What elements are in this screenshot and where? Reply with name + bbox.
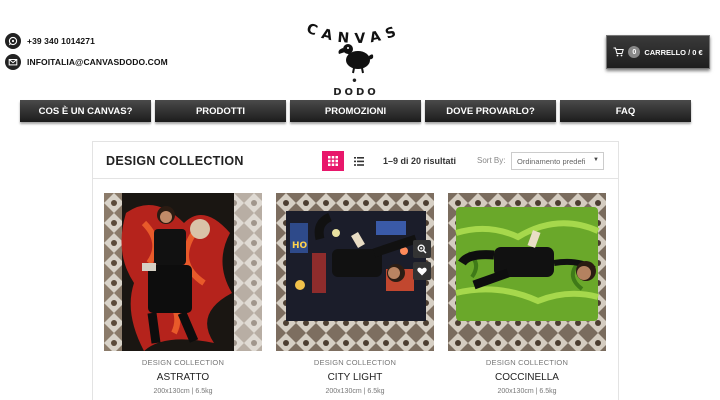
sort-label: Sort By: bbox=[477, 156, 506, 165]
product-name[interactable]: CITY LIGHT bbox=[276, 372, 434, 383]
zoom-icon bbox=[417, 244, 427, 254]
product-card[interactable]: DESIGN COLLECTION COCCINELLA 200x130cm |… bbox=[448, 193, 606, 395]
canvas-dodo-logo[interactable]: CANVAS • DODO • bbox=[296, 14, 416, 109]
product-image[interactable] bbox=[104, 193, 262, 351]
nav-item-promozioni[interactable]: PROMOZIONI bbox=[290, 100, 421, 122]
product-dimensions: 200x130cm | 6.5kg bbox=[325, 388, 385, 395]
page-title: DESIGN COLLECTION bbox=[106, 154, 244, 168]
zoom-button[interactable] bbox=[413, 240, 431, 258]
cart-count: 0 bbox=[628, 46, 641, 58]
email-contact[interactable]: INFOITALIA@CANVASDODO.COM bbox=[5, 54, 168, 70]
nav-item-faq[interactable]: FAQ bbox=[560, 100, 691, 122]
cart-button[interactable]: 0 CARRELLO / 0 € bbox=[606, 35, 710, 69]
product-category: DESIGN COLLECTION bbox=[141, 358, 225, 367]
nav-item-prodotti[interactable]: PRODOTTI bbox=[155, 100, 286, 122]
product-card[interactable]: HO DESIGN COLLECTION CITY LIGHT 200x130c… bbox=[276, 193, 434, 395]
product-dimensions: 200x130cm | 6.5kg bbox=[497, 388, 557, 395]
cart-icon bbox=[613, 47, 625, 57]
sort-select[interactable]: Ordinamento predefi ▼ bbox=[511, 152, 604, 170]
results-count: 1–9 di 20 risultati bbox=[383, 156, 457, 166]
logo-bottom-text: • DODO • bbox=[333, 76, 379, 109]
nav-item-dove-provarlo[interactable]: DOVE PROVARLO? bbox=[425, 100, 556, 122]
envelope-icon bbox=[5, 54, 21, 70]
heart-icon bbox=[417, 267, 427, 275]
phone-number: +39 340 1014271 bbox=[27, 36, 95, 46]
panel-toolbar: DESIGN COLLECTION 1–9 di 20 risultati So… bbox=[93, 142, 618, 179]
product-category: DESIGN COLLECTION bbox=[313, 358, 397, 367]
product-category: DESIGN COLLECTION bbox=[485, 358, 569, 367]
product-image[interactable] bbox=[448, 193, 606, 351]
email-address: INFOITALIA@CANVASDODO.COM bbox=[27, 57, 168, 67]
product-name[interactable]: COCCINELLA bbox=[448, 372, 606, 383]
nav-item-cos-e-un-canvas[interactable]: COS È UN CANVAS? bbox=[20, 100, 151, 122]
whatsapp-icon bbox=[5, 33, 21, 49]
list-view-button[interactable] bbox=[348, 151, 370, 171]
phone-contact[interactable]: +39 340 1014271 bbox=[5, 33, 95, 49]
product-dimensions: 200x130cm | 6.5kg bbox=[153, 388, 213, 395]
main-nav: COS È UN CANVAS? PRODOTTI PROMOZIONI DOV… bbox=[20, 100, 691, 122]
product-panel: DESIGN COLLECTION 1–9 di 20 risultati So… bbox=[92, 141, 619, 400]
wishlist-button[interactable] bbox=[413, 262, 431, 280]
list-icon bbox=[354, 156, 364, 166]
dropdown-arrow-icon: ▼ bbox=[593, 157, 599, 163]
product-card[interactable]: DESIGN COLLECTION ASTRATTO 200x130cm | 6… bbox=[104, 193, 262, 395]
grid-view-button[interactable] bbox=[322, 151, 344, 171]
svg-text:HO: HO bbox=[292, 241, 308, 251]
product-image[interactable]: HO bbox=[276, 193, 434, 351]
dodo-bird-icon bbox=[338, 44, 374, 74]
cart-label: CARRELLO / 0 € bbox=[644, 47, 703, 57]
grid-icon bbox=[328, 156, 338, 166]
sort-select-value: Ordinamento predefi bbox=[517, 157, 586, 166]
product-name[interactable]: ASTRATTO bbox=[104, 372, 262, 383]
